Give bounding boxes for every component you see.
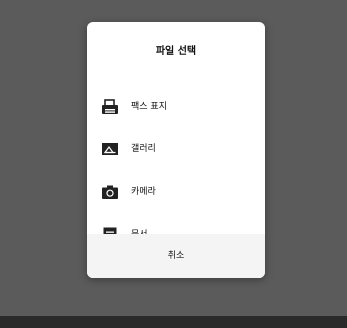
cancel-button[interactable]: 취소 (87, 234, 265, 278)
option-fax-cover[interactable]: 팩스 표지 (87, 92, 265, 122)
dialog-title: 파일 선택 (155, 46, 197, 57)
option-gallery[interactable]: 갤러리 (87, 134, 265, 164)
option-camera[interactable]: 카메라 (87, 177, 265, 207)
screen: 파일 선택 팩스 표지 갤러리 카메라 취소 (0, 0, 347, 328)
fax-icon (101, 99, 119, 115)
option-label: 갤러리 (131, 144, 156, 154)
bottom-bar (0, 316, 347, 328)
camera-icon (101, 184, 119, 200)
option-label: 카메라 (131, 187, 156, 197)
gallery-icon (101, 141, 119, 157)
option-label: 팩스 표지 (131, 102, 167, 112)
file-picker-dialog: 파일 선택 팩스 표지 갤러리 카메라 취소 (87, 22, 265, 278)
